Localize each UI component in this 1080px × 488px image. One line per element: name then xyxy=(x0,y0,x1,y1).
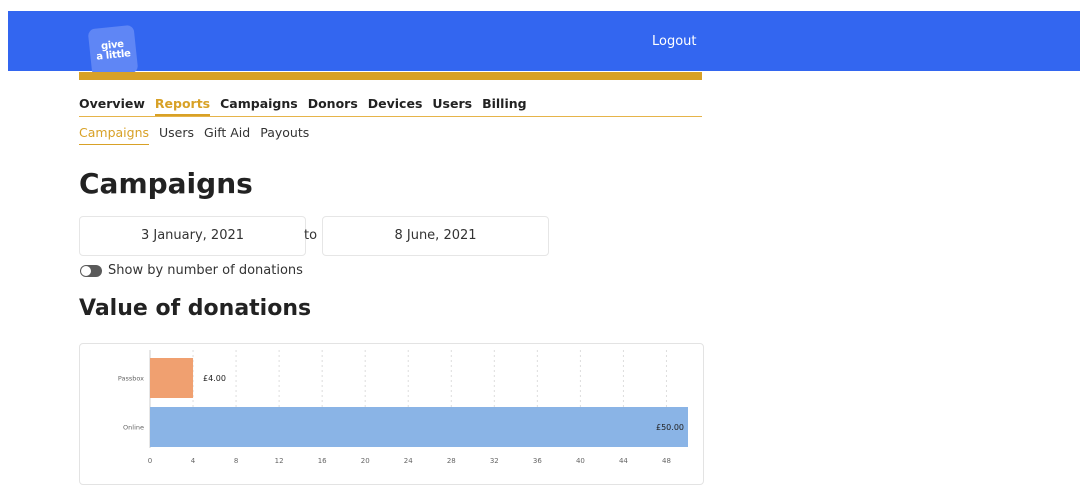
subnav-tab-gift-aid[interactable]: Gift Aid xyxy=(204,125,250,145)
logout-link[interactable]: Logout xyxy=(652,34,697,49)
x-tick-label: 4 xyxy=(191,457,196,465)
logo-text-line2: a little xyxy=(95,48,132,63)
x-tick-label: 16 xyxy=(318,457,327,465)
sub-nav: Campaigns Users Gift Aid Payouts xyxy=(79,122,319,145)
section-title: Value of donations xyxy=(79,296,312,321)
x-tick-label: 44 xyxy=(619,457,628,465)
date-to-input[interactable] xyxy=(322,216,549,256)
accent-divider xyxy=(79,72,702,80)
top-bar: give a little xyxy=(8,11,1080,78)
x-tick-label: 24 xyxy=(404,457,413,465)
give-a-little-logo[interactable]: give a little xyxy=(87,24,139,78)
x-tick-label: 40 xyxy=(576,457,585,465)
x-tick-label: 32 xyxy=(490,457,499,465)
toggle-label: Show by number of donations xyxy=(108,263,303,278)
x-tick-label: 36 xyxy=(533,457,542,465)
bar-passbox[interactable] xyxy=(150,358,194,398)
nav-tab-campaigns[interactable]: Campaigns xyxy=(220,96,298,115)
nav-tab-billing[interactable]: Billing xyxy=(482,96,527,115)
x-tick-label: 8 xyxy=(234,457,238,465)
category-label: Passbox xyxy=(118,375,144,383)
date-range-to-label: to xyxy=(304,228,318,243)
date-from-input[interactable] xyxy=(79,216,306,256)
donations-chart: 0 4 8 12 16 20 24 28 32 36 40 44 48 Passbox £4.00 Onlin… xyxy=(79,343,704,485)
toggle-knob xyxy=(81,266,91,276)
data-label: £4.00 xyxy=(203,374,226,383)
nav-tab-devices[interactable]: Devices xyxy=(368,96,423,115)
subnav-tab-users[interactable]: Users xyxy=(159,125,194,145)
bar-online[interactable] xyxy=(150,407,688,447)
category-label: Online xyxy=(123,424,144,432)
nav-tab-donors[interactable]: Donors xyxy=(308,96,358,115)
donations-bar-chart-svg: 0 4 8 12 16 20 24 28 32 36 40 44 48Passbox £4.00Onlin… xyxy=(118,350,688,465)
page-title: Campaigns xyxy=(79,167,253,200)
x-tick-label: 12 xyxy=(275,457,284,465)
subnav-tab-campaigns[interactable]: Campaigns xyxy=(79,125,150,145)
main-nav: Overview Reports Campaigns Donors Devices Use… xyxy=(79,93,702,117)
x-tick-label: 48 xyxy=(662,457,671,465)
nav-tab-overview[interactable]: Overview xyxy=(79,96,145,115)
nav-tab-users[interactable]: Users xyxy=(432,96,472,115)
show-by-number-toggle[interactable] xyxy=(80,265,102,277)
data-label: £50.00 xyxy=(656,423,684,432)
x-tick-label: 28 xyxy=(447,457,456,465)
x-tick-label: 20 xyxy=(361,457,370,465)
subnav-tab-payouts[interactable]: Payouts xyxy=(260,125,309,145)
nav-tab-reports[interactable]: Reports xyxy=(154,96,211,116)
x-tick-label: 0 xyxy=(148,457,152,465)
